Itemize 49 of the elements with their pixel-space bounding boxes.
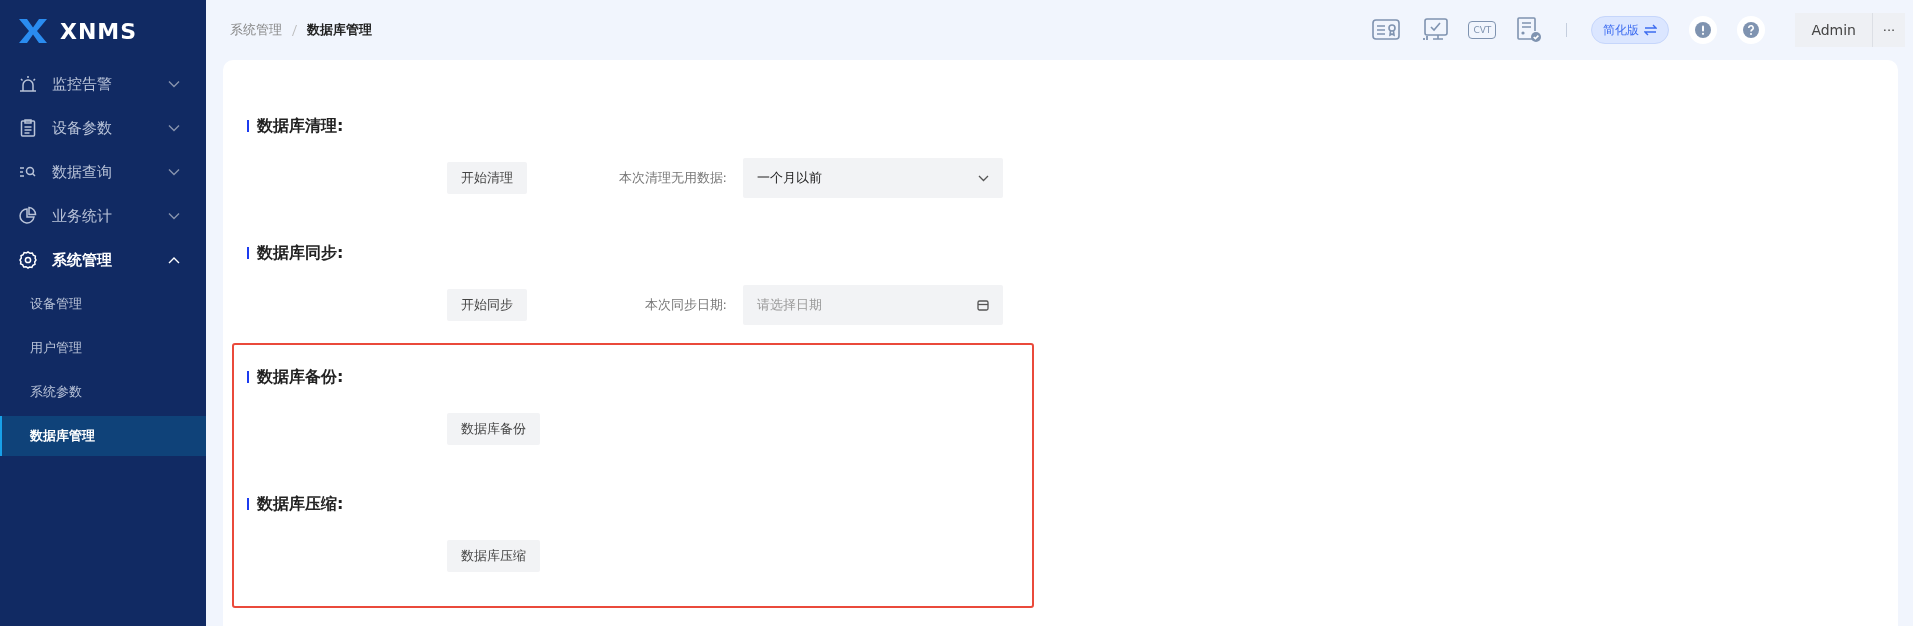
menu-item[interactable]: 业务统计 [0,194,206,238]
clipboard-icon [18,118,38,138]
field-label: 本次同步日期: [643,296,727,314]
submenu-item[interactable]: 数据库管理 [0,416,206,456]
menu-item[interactable]: 设备参数 [0,106,206,150]
logo-icon [18,18,48,44]
action-button[interactable]: 数据库压缩 [447,540,540,572]
breadcrumb-item: 数据库管理 [307,21,372,39]
title-marker [247,371,249,383]
submenu-item[interactable]: 设备管理 [0,282,206,326]
section-title: 数据库同步: [257,242,344,264]
section-title: 数据库备份: [257,366,344,388]
title-marker [247,247,249,259]
alert-icon [1695,22,1712,38]
chevron-down-icon [168,80,180,88]
alert-button[interactable] [1689,16,1718,44]
select-field[interactable]: 一个月以前 [743,158,1003,198]
document-check-icon[interactable] [1516,17,1543,43]
chevron-down-icon [978,174,989,182]
logo-text: XNMS [60,18,138,44]
chevron-up-icon [168,256,180,264]
submenu-item[interactable]: 用户管理 [0,326,206,370]
action-button[interactable]: 开始清理 [447,162,527,194]
action-button[interactable]: 数据库备份 [447,413,540,445]
user-menu-button[interactable]: Admin [1795,13,1873,47]
pie-chart-icon [18,206,38,226]
certificate-icon[interactable] [1372,19,1401,41]
chevron-down-icon [168,168,180,176]
title-marker [247,498,249,510]
menu-item[interactable]: 系统管理 [0,238,206,282]
calendar-icon [977,299,989,311]
action-button[interactable]: 开始同步 [447,289,527,321]
title-marker [247,120,249,132]
section-title: 数据库压缩: [257,493,344,515]
field-label: 本次清理无用数据: [617,169,727,187]
help-button[interactable] [1737,16,1766,44]
more-button[interactable]: ··· [1873,13,1905,47]
chevron-down-icon [168,212,180,220]
help-icon [1743,22,1760,38]
menu-item[interactable]: 数据查询 [0,150,206,194]
monitor-check-icon[interactable] [1420,18,1449,42]
mode-switch-button[interactable]: 简化版 [1591,16,1670,44]
chevron-down-icon [168,124,180,132]
section-title: 数据库清理: [257,115,344,137]
swap-icon [1644,24,1658,36]
submenu-item[interactable]: 系统参数 [0,370,206,414]
gear-icon [18,250,38,270]
alarm-icon [18,74,38,94]
menu-item[interactable]: 监控告警 [0,62,206,106]
